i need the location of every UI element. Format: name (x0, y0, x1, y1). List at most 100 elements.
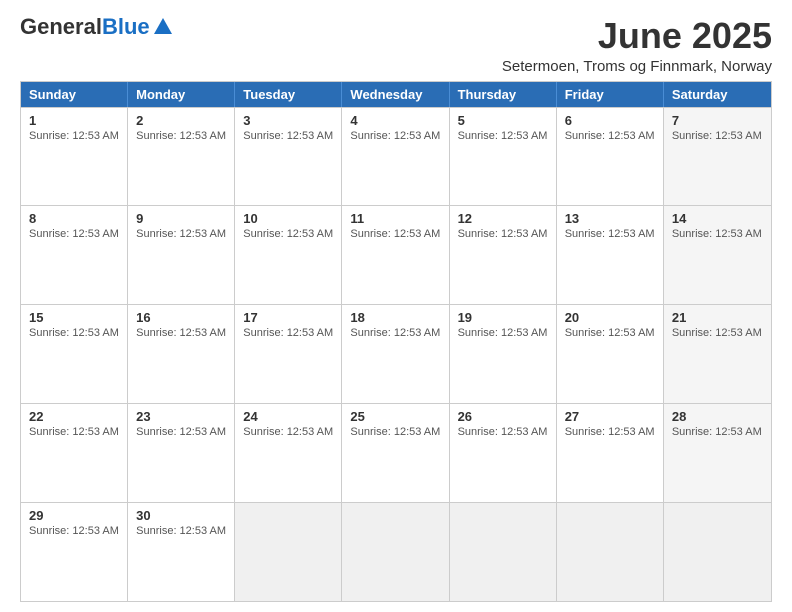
calendar-cell-9: 9 Sunrise: 12:53 AM (128, 206, 235, 304)
month-year: June 2025 (502, 16, 772, 56)
calendar-cell-11: 11 Sunrise: 12:53 AM (342, 206, 449, 304)
calendar-cell-3: 3 Sunrise: 12:53 AM (235, 108, 342, 206)
calendar-cell-6: 6 Sunrise: 12:53 AM (557, 108, 664, 206)
calendar-cell-18: 18Sunrise: 12:53 AM (342, 305, 449, 403)
calendar-body: 1Sunrise: 12:53 AM2Sunrise: 12:53 AM 3 Sun… (21, 107, 771, 601)
calendar-cell-24: 24 Sunrise: 12:53 AM (235, 404, 342, 502)
day-number: 17 (243, 310, 333, 325)
calendar-cell-22: 22Sunrise: 12:53 AM (21, 404, 128, 502)
sunrise-info: Sunrise: 12:53 AM (29, 130, 119, 142)
calendar-cell-17: 17 Sunrise: 12:53 AM (235, 305, 342, 403)
calendar-cell-7: 7 Sunrise: 12:53 AM (664, 108, 771, 206)
calendar-cell-empty (342, 503, 449, 601)
calendar-cell-4: 4Sunrise: 12:53 AM (342, 108, 449, 206)
calendar-cell-14: 14Sunrise: 12:53 AM (664, 206, 771, 304)
day-number: 11 (350, 211, 440, 226)
sunrise-info: Sunrise: 12:53 AM (565, 327, 655, 339)
calendar-header-row: Sunday Monday Tuesday Wednesday Thursday… (21, 82, 771, 107)
sunrise-info: Sunrise: 12:53 AM (243, 327, 333, 339)
sunrise-info: Sunrise: 12:53 AM (243, 130, 333, 142)
calendar-week-4: 22Sunrise: 12:53 AM23Sunrise: 12:53 AM24… (21, 403, 771, 502)
calendar-cell-19: 19Sunrise: 12:53 AM (450, 305, 557, 403)
calendar-cell-20: 20 Sunrise: 12:53 AM (557, 305, 664, 403)
sunrise-info: Sunrise: 12:53 AM (243, 426, 333, 438)
day-number: 24 (243, 409, 333, 424)
day-number: 30 (136, 508, 226, 523)
calendar-cell-10: 10 Sunrise: 12:53 AM (235, 206, 342, 304)
sunrise-info: Sunrise: 12:53 AM (136, 426, 226, 438)
day-number: 7 (672, 113, 763, 128)
day-number: 19 (458, 310, 548, 325)
sunrise-info: Sunrise: 12:53 AM (565, 228, 655, 240)
calendar-cell-28: 28Sunrise: 12:53 AM (664, 404, 771, 502)
day-number: 25 (350, 409, 440, 424)
sunrise-info: Sunrise: 12:53 AM (350, 228, 440, 240)
day-number: 6 (565, 113, 655, 128)
sunrise-info: Sunrise: 12:53 AM (29, 525, 119, 537)
sunrise-info: Sunrise: 12:53 AM (29, 327, 119, 339)
page: GeneralBlue June 2025 Setermoen, Troms o… (0, 0, 792, 612)
sunrise-info: Sunrise: 12:53 AM (243, 228, 333, 240)
day-number: 3 (243, 113, 333, 128)
sunrise-info: Sunrise: 12:53 AM (672, 426, 763, 438)
day-number: 29 (29, 508, 119, 523)
sunrise-info: Sunrise: 12:53 AM (458, 130, 548, 142)
logo-blue: Blue (102, 16, 150, 38)
sunrise-info: Sunrise: 12:53 AM (29, 228, 119, 240)
sunrise-info: Sunrise: 12:53 AM (136, 228, 226, 240)
calendar-week-2: 8 Sunrise: 12:53 AM 9 Sunrise: 12:53 AM 10 Su… (21, 205, 771, 304)
day-number: 15 (29, 310, 119, 325)
calendar-cell-empty (557, 503, 664, 601)
calendar-cell-15: 15 Sunrise: 12:53 AM (21, 305, 128, 403)
day-number: 23 (136, 409, 226, 424)
calendar-week-5: 29 Sunrise: 12:53 AM 30 Sunrise: 12:53 AM (21, 502, 771, 601)
header-wednesday: Wednesday (342, 82, 449, 107)
sunrise-info: Sunrise: 12:53 AM (672, 130, 763, 142)
header-tuesday: Tuesday (235, 82, 342, 107)
day-number: 9 (136, 211, 226, 226)
day-number: 16 (136, 310, 226, 325)
day-number: 22 (29, 409, 119, 424)
sunrise-info: Sunrise: 12:53 AM (565, 130, 655, 142)
calendar-cell-12: 12 Sunrise: 12:53 AM (450, 206, 557, 304)
sunrise-info: Sunrise: 12:53 AM (458, 228, 548, 240)
calendar-cell-21: 21 Sunrise: 12:53 AM (664, 305, 771, 403)
logo: GeneralBlue (20, 16, 174, 38)
day-number: 8 (29, 211, 119, 226)
calendar-cell-5: 5Sunrise: 12:53 AM (450, 108, 557, 206)
day-number: 12 (458, 211, 548, 226)
calendar: Sunday Monday Tuesday Wednesday Thursday… (20, 81, 772, 602)
header-friday: Friday (557, 82, 664, 107)
calendar-cell-2: 2Sunrise: 12:53 AM (128, 108, 235, 206)
day-number: 21 (672, 310, 763, 325)
sunrise-info: Sunrise: 12:53 AM (672, 327, 763, 339)
calendar-cell-27: 27 Sunrise: 12:53 AM (557, 404, 664, 502)
day-number: 27 (565, 409, 655, 424)
calendar-week-1: 1Sunrise: 12:53 AM2Sunrise: 12:53 AM 3 Sun… (21, 107, 771, 206)
calendar-week-3: 15Sunrise: 12:53 AM16Sunrise: 12:53 AM17… (21, 304, 771, 403)
calendar-cell-empty (235, 503, 342, 601)
calendar-cell-1: 1Sunrise: 12:53 AM (21, 108, 128, 206)
calendar-cell-8: 8 Sunrise: 12:53 AM (21, 206, 128, 304)
logo-icon (152, 16, 174, 38)
day-number: 10 (243, 211, 333, 226)
calendar-cell-empty (664, 503, 771, 601)
sunrise-info: Sunrise: 12:53 AM (136, 130, 226, 142)
day-number: 20 (565, 310, 655, 325)
sunrise-info: Sunrise: 12:53 AM (136, 327, 226, 339)
calendar-cell-29: 29 Sunrise: 12:53 AM (21, 503, 128, 601)
day-number: 26 (458, 409, 548, 424)
sunrise-info: Sunrise: 12:53 AM (672, 228, 763, 240)
header-saturday: Saturday (664, 82, 771, 107)
calendar-cell-23: 23 Sunrise: 12:53 AM (128, 404, 235, 502)
sunrise-info: Sunrise: 12:53 AM (565, 426, 655, 438)
header-monday: Monday (128, 82, 235, 107)
header: GeneralBlue June 2025 Setermoen, Troms o… (20, 16, 772, 75)
logo-general: General (20, 16, 102, 38)
calendar-cell-16: 16 Sunrise: 12:53 AM (128, 305, 235, 403)
sunrise-info: Sunrise: 12:53 AM (350, 327, 440, 339)
sunrise-info: Sunrise: 12:53 AM (136, 525, 226, 537)
title-block: June 2025 Setermoen, Troms og Finnmark, … (502, 16, 772, 75)
location: Setermoen, Troms og Finnmark, Norway (502, 58, 772, 75)
calendar-cell-30: 30 Sunrise: 12:53 AM (128, 503, 235, 601)
